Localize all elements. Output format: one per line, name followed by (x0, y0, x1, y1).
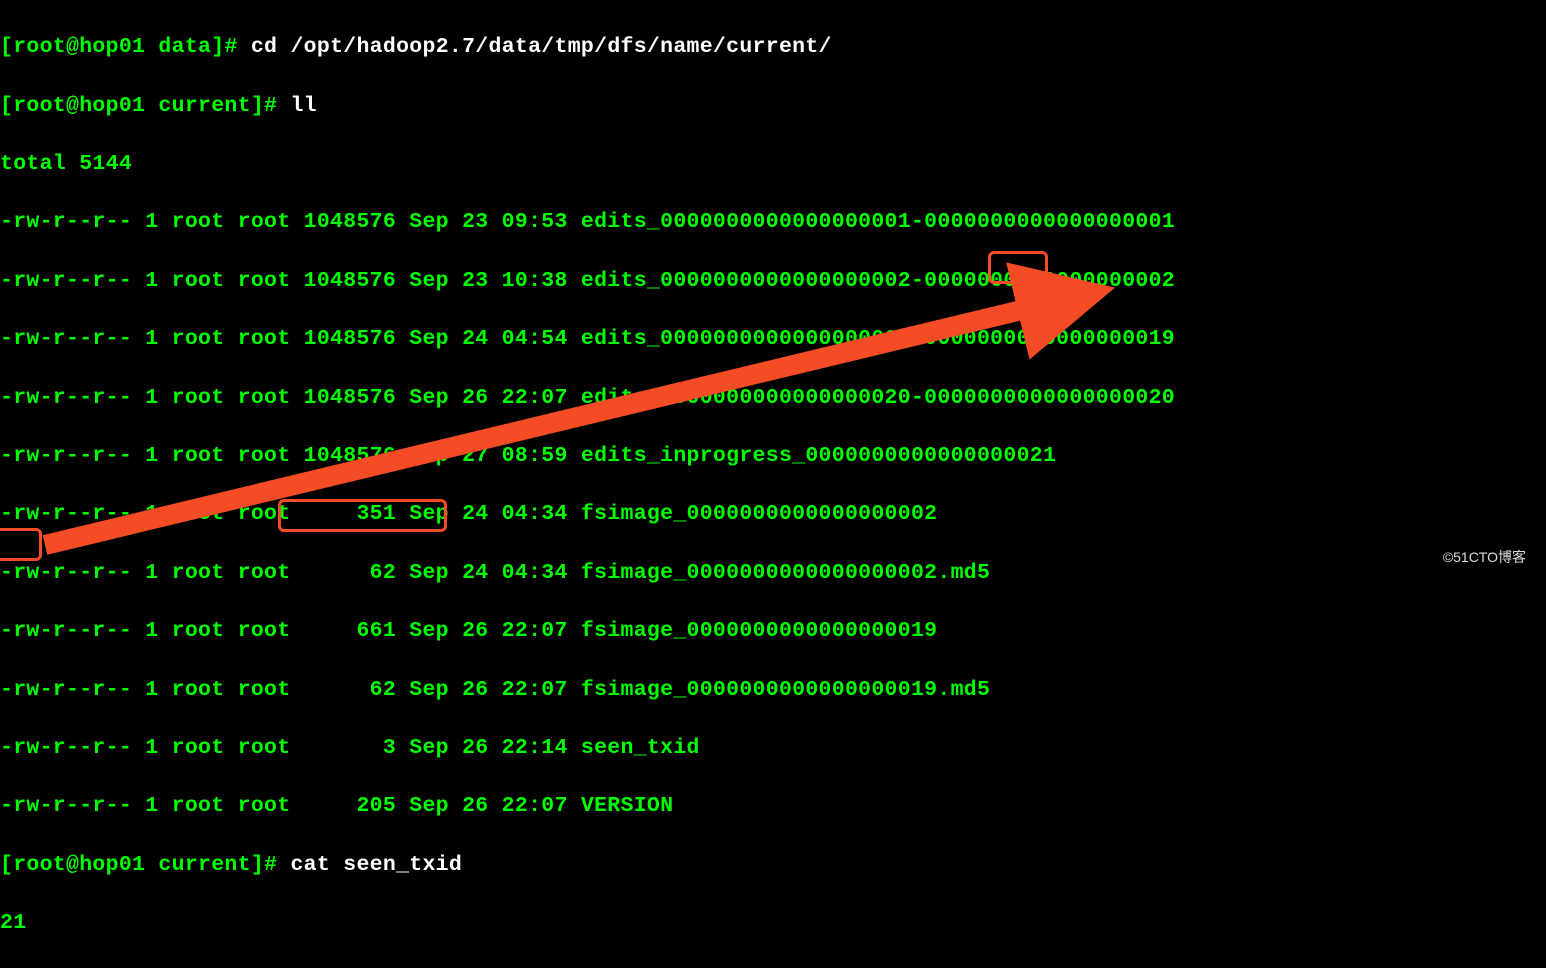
file-meta: -rw-r--r-- 1 root root 661 Sep 26 22:07 (0, 619, 581, 643)
file-meta: -rw-r--r-- 1 root root 1048576 Sep 23 09… (0, 210, 581, 234)
terminal-output: [root@hop01 data]# cd /opt/hadoop2.7/dat… (0, 0, 1546, 968)
list-item: -rw-r--r-- 1 root root 3 Sep 26 22:14 se… (0, 734, 1546, 763)
prompt-userhost: root@hop01 current (13, 94, 251, 118)
watermark-text: ©51CTO博客 (1443, 543, 1526, 572)
prompt-bracket: ]# (251, 94, 291, 118)
list-item: -rw-r--r-- 1 root root 1048576 Sep 23 10… (0, 267, 1546, 296)
prompt-bracket: [ (0, 853, 13, 877)
list-item: -rw-r--r-- 1 root root 62 Sep 26 22:07 f… (0, 676, 1546, 705)
list-item: -rw-r--r-- 1 root root 661 Sep 26 22:07 … (0, 617, 1546, 646)
list-item: -rw-r--r-- 1 root root 1048576 Sep 23 09… (0, 208, 1546, 237)
highlight-box-cat (278, 499, 447, 532)
list-item: -rw-r--r-- 1 root root 1048576 Sep 24 04… (0, 325, 1546, 354)
highlight-box-21 (0, 528, 42, 561)
total-line: total 5144 (0, 150, 1546, 179)
prompt-userhost: root@hop01 current (13, 853, 251, 877)
command-text: cat seen_txid (290, 853, 462, 877)
file-meta: -rw-r--r-- 1 root root 3 Sep 26 22:14 (0, 736, 581, 760)
command-text: cd /opt/hadoop2.7/data/tmp/dfs/name/curr… (251, 35, 832, 59)
prompt-line-3: [root@hop01 current]# cat seen_txid (0, 851, 1546, 880)
list-item: -rw-r--r-- 1 root root 351 Sep 24 04:34 … (0, 500, 1546, 529)
list-item: -rw-r--r-- 1 root root 1048576 Sep 27 08… (0, 442, 1546, 471)
file-name: edits_0000000000000000003-00000000000000… (581, 327, 1175, 351)
file-name: edits_0000000000000000002-00000000000000… (581, 269, 1175, 293)
file-meta: -rw-r--r-- 1 root root 1048576 Sep 26 22… (0, 386, 581, 410)
file-name: seen_txid (581, 736, 700, 760)
prompt-userhost: root@hop01 data (13, 35, 211, 59)
prompt-bracket: [ (0, 94, 13, 118)
prompt-line-1: [root@hop01 data]# cd /opt/hadoop2.7/dat… (0, 33, 1546, 62)
prompt-bracket: ]# (211, 35, 251, 59)
file-meta: -rw-r--r-- 1 root root 1048576 Sep 23 10… (0, 269, 581, 293)
file-meta: -rw-r--r-- 1 root root 62 Sep 26 22:07 (0, 678, 581, 702)
highlight-box-021 (988, 251, 1048, 284)
prompt-bracket: ]# (251, 853, 291, 877)
prompt-line-2: [root@hop01 current]# ll (0, 92, 1546, 121)
file-meta: -rw-r--r-- 1 root root 1048576 Sep 27 08… (0, 444, 581, 468)
file-name: VERSION (581, 794, 673, 818)
file-meta: -rw-r--r-- 1 root root 1048576 Sep 24 04… (0, 327, 581, 351)
output-line: 21 (0, 909, 1546, 938)
file-meta: -rw-r--r-- 1 root root 205 Sep 26 22:07 (0, 794, 581, 818)
list-item: -rw-r--r-- 1 root root 205 Sep 26 22:07 … (0, 792, 1546, 821)
list-item: -rw-r--r-- 1 root root 62 Sep 24 04:34 f… (0, 559, 1546, 588)
file-name: edits_inprogress_0000000000000000021 (581, 444, 1056, 468)
file-name: fsimage_0000000000000000002 (581, 502, 937, 526)
prompt-bracket: [ (0, 35, 13, 59)
list-item: -rw-r--r-- 1 root root 1048576 Sep 26 22… (0, 384, 1546, 413)
file-name: fsimage_0000000000000000019 (581, 619, 937, 643)
file-name: edits_0000000000000000001-00000000000000… (581, 210, 1175, 234)
file-name: fsimage_0000000000000000002.md5 (581, 561, 990, 585)
file-name: edits_0000000000000000020-00000000000000… (581, 386, 1175, 410)
file-name: fsimage_0000000000000000019.md5 (581, 678, 990, 702)
file-meta: -rw-r--r-- 1 root root 62 Sep 24 04:34 (0, 561, 581, 585)
command-text: ll (290, 94, 316, 118)
